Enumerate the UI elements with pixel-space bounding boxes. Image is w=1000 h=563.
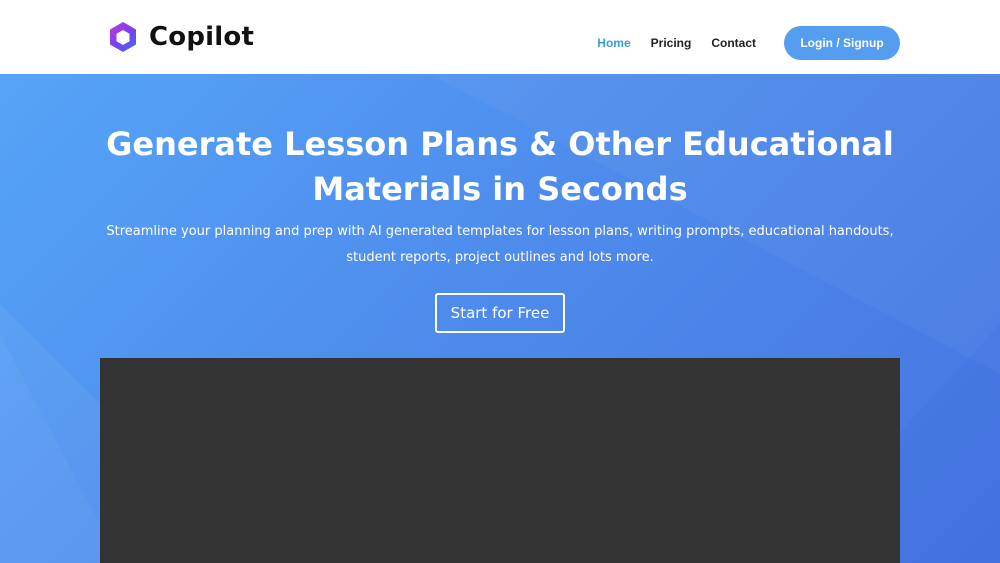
login-signup-button[interactable]: Login / Signup <box>784 26 900 60</box>
video-player[interactable] <box>100 358 900 563</box>
site-header: Copilot Home Pricing Contact Login / Sig… <box>0 0 1000 74</box>
start-for-free-button[interactable]: Start for Free <box>435 293 565 333</box>
hexagon-logo-icon <box>110 22 136 52</box>
brand-name: Copilot <box>149 22 255 52</box>
nav-home-link[interactable]: Home <box>597 36 630 50</box>
hero-title: Generate Lesson Plans & Other Educationa… <box>106 125 894 208</box>
landing-page: Copilot Home Pricing Contact Login / Sig… <box>0 0 1000 563</box>
nav-pricing-link[interactable]: Pricing <box>651 36 692 50</box>
hero-section: Generate Lesson Plans & Other Educationa… <box>0 74 1000 563</box>
hero-subtitle: Streamline your planning and prep with A… <box>106 224 894 265</box>
brand-logo[interactable]: Copilot <box>108 19 254 55</box>
nav-contact-link[interactable]: Contact <box>711 36 756 50</box>
main-nav: Home Pricing Contact Login / Signup <box>597 26 900 60</box>
